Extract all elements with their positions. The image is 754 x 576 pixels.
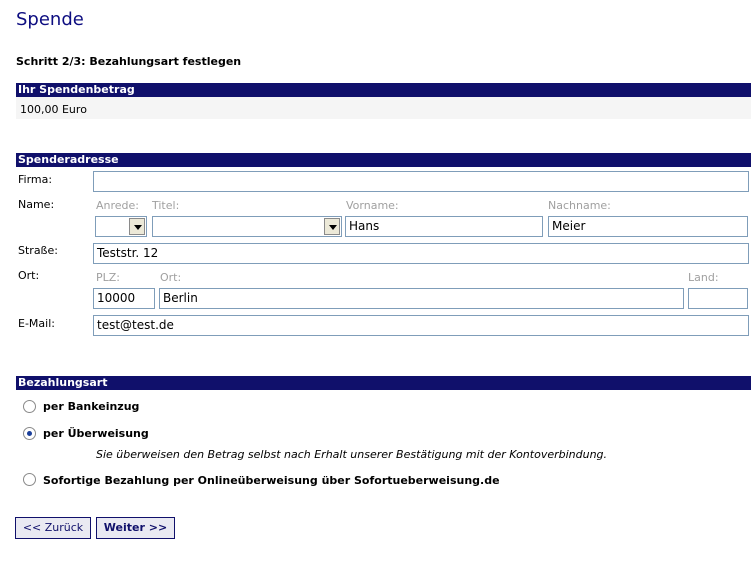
page-title: Spende <box>16 9 84 30</box>
strasse-label: Straße: <box>18 244 58 257</box>
anrede-select[interactable] <box>95 216 147 237</box>
back-button[interactable]: << Zurück <box>15 517 91 539</box>
chevron-down-icon[interactable] <box>324 218 340 235</box>
titel-label: Titel: <box>152 199 180 212</box>
radio-ueberweisung[interactable] <box>23 427 36 440</box>
nachname-field[interactable]: Meier <box>548 216 748 237</box>
amount-value: 100,00 Euro <box>16 97 751 119</box>
option-label-ueberweisung[interactable]: per Überweisung <box>43 427 149 440</box>
plz-label: PLZ: <box>96 271 121 284</box>
land-field[interactable] <box>688 288 748 309</box>
option-label-sofortueberweisung[interactable]: Sofortige Bezahlung per Onlineüberweisun… <box>43 474 500 487</box>
plz-field[interactable]: 10000 <box>93 288 155 309</box>
ort-field[interactable]: Berlin <box>159 288 684 309</box>
email-field[interactable]: test@test.de <box>93 315 749 336</box>
ort-sub-label: Ort: <box>160 271 182 284</box>
vorname-label: Vorname: <box>346 199 399 212</box>
titel-select[interactable] <box>152 216 342 237</box>
vorname-field[interactable]: Hans <box>345 216 543 237</box>
radio-sofortueberweisung[interactable] <box>23 473 36 486</box>
step-indicator: Schritt 2/3: Bezahlungsart festlegen <box>16 55 242 68</box>
next-button[interactable]: Weiter >> <box>96 517 175 539</box>
anrede-label: Anrede: <box>96 199 140 212</box>
payment-section-header: Bezahlungsart <box>16 376 751 390</box>
radio-bankeinzug[interactable] <box>23 400 36 413</box>
firma-label: Firma: <box>18 173 53 186</box>
firma-field[interactable] <box>93 171 749 192</box>
amount-section-header: Ihr Spendenbetrag <box>16 83 751 97</box>
ort-label: Ort: <box>18 269 40 282</box>
address-section-header: Spenderadresse <box>16 153 751 167</box>
nachname-label: Nachname: <box>548 199 611 212</box>
name-label: Name: <box>18 198 55 211</box>
email-label: E-Mail: <box>18 317 55 330</box>
option-label-bankeinzug[interactable]: per Bankeinzug <box>43 400 139 413</box>
ueberweisung-hint: Sie überweisen den Betrag selbst nach Er… <box>96 448 608 461</box>
land-label: Land: <box>688 271 719 284</box>
chevron-down-icon[interactable] <box>129 218 145 235</box>
strasse-field[interactable]: Teststr. 12 <box>93 243 749 264</box>
